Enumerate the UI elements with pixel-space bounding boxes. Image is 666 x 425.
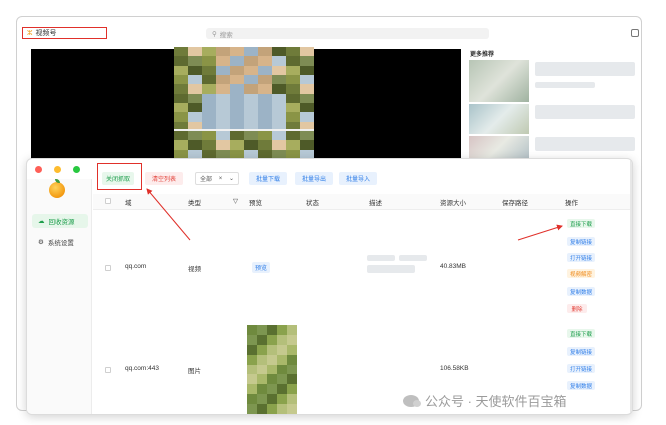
wechat-icon bbox=[403, 394, 421, 407]
watermark-text: 公众号 · 天使软件百宝箱 bbox=[425, 394, 567, 409]
annotation-arrows bbox=[146, 188, 563, 241]
annotation-arrow-download bbox=[517, 224, 563, 241]
wechat-watermark: 公众号 · 天使软件百宝箱 bbox=[403, 391, 567, 410]
annotation-arrow-capture bbox=[146, 188, 191, 241]
